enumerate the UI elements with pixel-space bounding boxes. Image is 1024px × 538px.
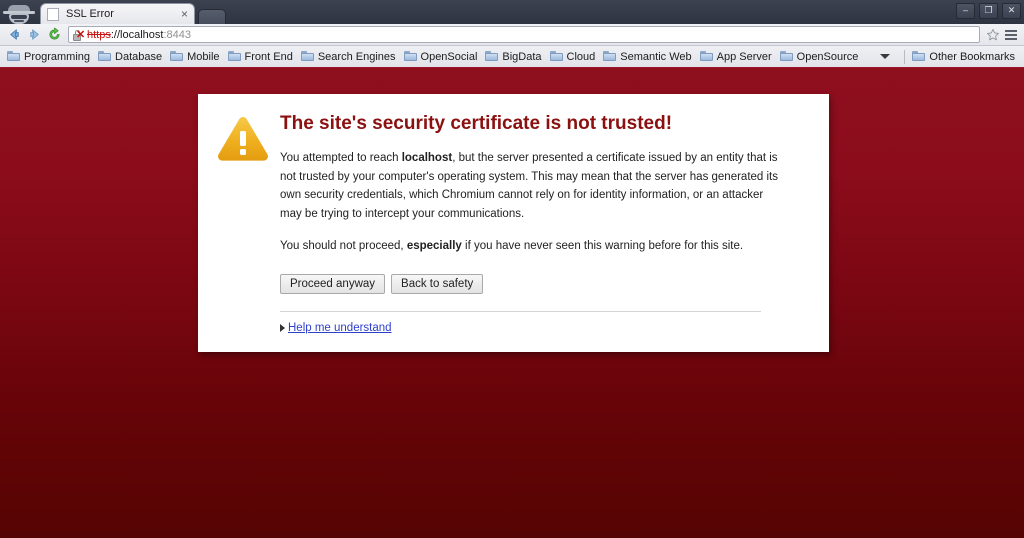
ssl-panel-divider bbox=[280, 311, 761, 313]
bookmark-label: Semantic Web bbox=[620, 50, 692, 63]
bookmark-label: OpenSource bbox=[796, 50, 859, 63]
tab-ssl-error[interactable]: SSL Error × bbox=[40, 3, 195, 24]
page-viewport: The site's security certificate is not t… bbox=[0, 68, 1024, 538]
chevron-right-icon bbox=[280, 324, 285, 333]
url-port: :8443 bbox=[163, 28, 191, 41]
folder-icon bbox=[98, 51, 112, 62]
folder-icon bbox=[403, 51, 417, 62]
folder-icon bbox=[912, 51, 926, 62]
navigation-toolbar: ✕ https ://localhost :8443 bbox=[0, 24, 1024, 46]
bookmark-semantic-web[interactable]: Semantic Web bbox=[600, 50, 696, 64]
broken-lock-icon: ✕ bbox=[73, 29, 85, 41]
folder-icon bbox=[7, 51, 20, 62]
chevron-down-icon bbox=[880, 54, 891, 59]
folder-icon bbox=[170, 51, 184, 62]
title-bar: SSL Error × – ❐ ✕ bbox=[0, 0, 1024, 24]
browser-window: SSL Error × – ❐ ✕ ✕ https://localhost:… bbox=[0, 0, 1024, 538]
tab-close-icon[interactable]: × bbox=[181, 8, 188, 20]
help-me-understand-row[interactable]: Help me understand bbox=[280, 322, 807, 334]
warning-triangle-icon bbox=[218, 117, 268, 161]
other-bookmarks-label: Other Bookmarks bbox=[929, 50, 1015, 63]
folder-icon bbox=[485, 51, 499, 62]
bookmark-label: Front End bbox=[244, 50, 293, 63]
folder-icon bbox=[549, 51, 563, 62]
bookmark-label: Programming bbox=[24, 50, 91, 63]
bookmark-label: Database bbox=[115, 50, 163, 63]
new-tab-button[interactable] bbox=[198, 9, 226, 24]
ssl-panel-header: The site's security certificate is not t… bbox=[216, 112, 807, 334]
minimize-button[interactable]: – bbox=[956, 3, 975, 19]
bookmark-label: BigData bbox=[502, 50, 542, 63]
bookmarks-separator bbox=[904, 49, 906, 64]
ssl-button-row: Proceed anyway Back to safety bbox=[280, 274, 807, 295]
proceed-anyway-button[interactable]: Proceed anyway bbox=[280, 274, 386, 295]
folder-icon bbox=[779, 51, 793, 62]
window-controls: – ❐ ✕ bbox=[956, 3, 1021, 19]
ssl-para1-host: localhost bbox=[401, 151, 453, 164]
address-bar[interactable]: ✕ https ://localhost :8443 bbox=[68, 26, 980, 43]
tab-favicon-icon bbox=[47, 7, 59, 21]
ssl-para2-pre: You should not proceed, bbox=[280, 240, 407, 253]
back-button[interactable] bbox=[4, 25, 24, 45]
bookmark-search-engines[interactable]: Search Engines bbox=[298, 50, 401, 64]
ssl-error-panel: The site's security certificate is not t… bbox=[198, 94, 829, 353]
bookmark-app-server[interactable]: App Server bbox=[697, 50, 777, 64]
bookmark-database[interactable]: Database bbox=[95, 50, 167, 64]
bookmarks-overflow-button[interactable] bbox=[870, 54, 900, 59]
bookmark-front-end[interactable]: Front End bbox=[225, 50, 298, 64]
ssl-warning-paragraph: You should not proceed, especially if yo… bbox=[280, 237, 780, 256]
other-bookmarks-button[interactable]: Other Bookmarks bbox=[909, 50, 1020, 64]
ssl-para1-pre: You attempted to reach bbox=[280, 151, 402, 164]
forward-button[interactable] bbox=[24, 25, 44, 45]
reload-button[interactable] bbox=[44, 25, 64, 45]
back-to-safety-button[interactable]: Back to safety bbox=[391, 274, 484, 295]
url-host: ://localhost bbox=[110, 28, 164, 41]
url-scheme: https bbox=[87, 28, 111, 41]
close-button[interactable]: ✕ bbox=[1002, 3, 1021, 19]
maximize-button[interactable]: ❐ bbox=[979, 3, 998, 19]
bookmark-programming[interactable]: Programming bbox=[4, 50, 95, 64]
folder-icon bbox=[300, 51, 314, 62]
bookmark-label: Search Engines bbox=[317, 50, 396, 63]
ssl-para2-post: if you have never seen this warning befo… bbox=[461, 240, 744, 253]
bookmark-label: OpenSocial bbox=[420, 50, 478, 63]
bookmark-star-icon[interactable] bbox=[984, 26, 1002, 44]
bookmark-opensource[interactable]: OpenSource bbox=[777, 50, 864, 64]
incognito-icon bbox=[2, 2, 36, 24]
bookmarks-bar: Programming Database Mobile Front End Se… bbox=[0, 46, 1024, 68]
ssl-panel-body: The site's security certificate is not t… bbox=[280, 112, 807, 334]
folder-icon bbox=[603, 51, 617, 62]
tab-title: SSL Error bbox=[66, 8, 114, 20]
bookmark-bigdata[interactable]: BigData bbox=[482, 50, 546, 64]
help-me-understand-link[interactable]: Help me understand bbox=[288, 322, 392, 334]
folder-icon bbox=[227, 51, 241, 62]
ssl-explanation-paragraph: You attempted to reach localhost, but th… bbox=[280, 149, 780, 224]
bookmark-label: Cloud bbox=[566, 50, 596, 63]
bookmark-mobile[interactable]: Mobile bbox=[167, 50, 224, 64]
bookmark-label: Mobile bbox=[187, 50, 220, 63]
bookmark-label: App Server bbox=[716, 50, 772, 63]
page-title: The site's security certificate is not t… bbox=[280, 113, 673, 134]
folder-icon bbox=[699, 51, 713, 62]
ssl-para2-emphasis: especially bbox=[406, 240, 462, 253]
bookmark-opensocial[interactable]: OpenSocial bbox=[401, 50, 483, 64]
chrome-menu-icon[interactable] bbox=[1002, 26, 1020, 44]
bookmark-cloud[interactable]: Cloud bbox=[547, 50, 601, 64]
